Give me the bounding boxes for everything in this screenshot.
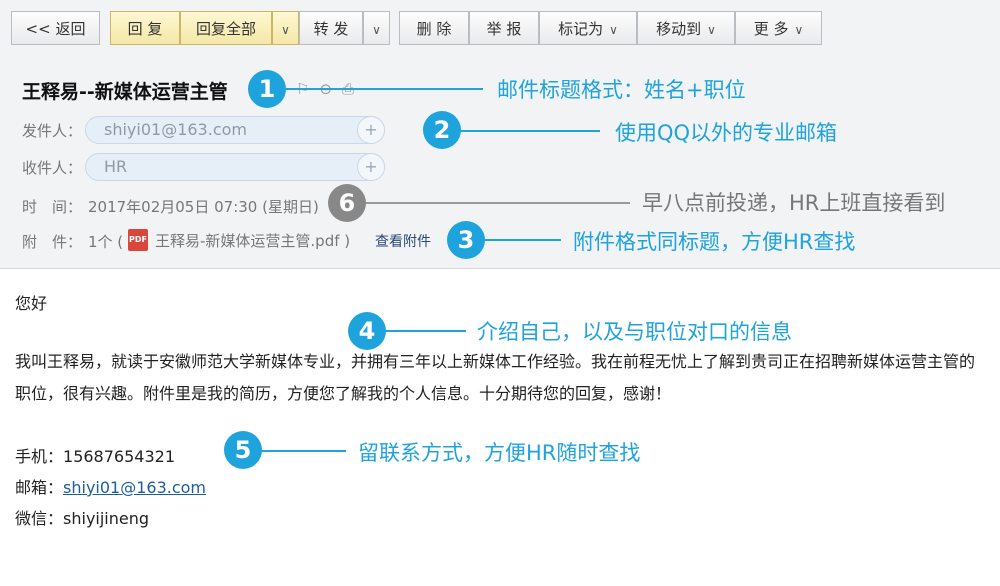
phone-line: 手机：15687654321 <box>15 443 175 467</box>
phone-label: 手机： <box>15 447 64 466</box>
forward-button[interactable]: 转 发 <box>299 11 363 45</box>
chevron-down-icon: ∨ <box>372 23 381 37</box>
report-button[interactable]: 举 报 <box>469 11 539 45</box>
body-paragraph: 我叫王释易，就读于安徽师范大学新媒体专业，并拥有三年以上新媒体工作经验。我在前程… <box>15 352 976 403</box>
move-to-label: 移动到 <box>656 20 702 38</box>
time-label: 时 间： <box>22 198 83 216</box>
annotation-text: 介绍自己，以及与职位对口的信息 <box>477 320 792 344</box>
add-contact-icon[interactable]: + <box>357 116 385 144</box>
chevron-down-icon: ∨ <box>281 23 290 37</box>
phone-value: 15687654321 <box>63 447 175 466</box>
annotation-text: 早八点前投递，HR上班直接看到 <box>642 191 946 215</box>
pdf-icon: PDF <box>128 229 148 251</box>
mail-title: 王释易--新媒体运营主管 <box>22 81 228 103</box>
email-link[interactable]: shiyi01@163.com <box>63 478 206 497</box>
move-to-button[interactable]: 移动到 ∨ <box>637 11 735 45</box>
annotation-badge: 5 <box>224 431 262 469</box>
from-label: 发件人： <box>22 122 83 140</box>
annotation-line <box>365 202 630 204</box>
annotation-text: 邮件标题格式：姓名+职位 <box>497 78 746 102</box>
mark-as-label: 标记为 <box>558 20 604 38</box>
annotation-badge: 1 <box>248 70 286 108</box>
back-button[interactable]: << 返回 <box>11 11 100 45</box>
chevron-down-icon: ∨ <box>707 23 716 37</box>
annotation-text: 使用QQ以外的专业邮箱 <box>615 121 838 145</box>
email-line: 邮箱：shiyi01@163.com <box>15 474 206 498</box>
annotation-badge: 6 <box>328 184 366 222</box>
view-attachment-link[interactable]: 查看附件 <box>375 231 431 251</box>
annotation-text: 附件格式同标题，方便HR查找 <box>573 230 856 254</box>
annotation-badge: 4 <box>348 312 386 350</box>
from-field[interactable]: shiyi01@163.com + <box>85 116 385 144</box>
more-button[interactable]: 更 多 ∨ <box>735 11 822 45</box>
to-field[interactable]: HR + <box>85 153 385 181</box>
email-label: 邮箱： <box>15 478 64 497</box>
annotation-line <box>260 450 346 452</box>
to-value: HR <box>104 157 128 176</box>
annotation-text: 留联系方式，方便HR随时查找 <box>358 441 641 465</box>
more-label: 更 多 <box>753 20 789 38</box>
attachment-name[interactable]: 王释易-新媒体运营主管.pdf ) <box>155 230 350 251</box>
time-value: 2017年02月05日 07:30 (星期日) <box>88 198 319 216</box>
attach-label: 附 件： <box>22 233 83 251</box>
chevron-down-icon: ∨ <box>794 23 804 37</box>
annotation-line <box>384 330 466 332</box>
greeting: 您好 <box>15 294 48 313</box>
reply-button[interactable]: 回 复 <box>110 11 180 45</box>
attach-count: 1个 ( <box>88 233 124 251</box>
wechat-label: 微信： <box>15 509 64 528</box>
forward-dropdown-button[interactable]: ∨ <box>363 11 390 45</box>
annotation-line <box>283 88 483 90</box>
chevron-down-icon: ∨ <box>609 23 618 37</box>
add-contact-icon[interactable]: + <box>357 153 385 181</box>
wechat-value: shiyijineng <box>63 509 150 528</box>
reply-dropdown-button[interactable]: ∨ <box>272 11 299 45</box>
annotation-line <box>458 130 600 132</box>
annotation-badge: 3 <box>447 221 485 259</box>
to-label: 收件人： <box>22 159 83 177</box>
from-value: shiyi01@163.com <box>104 120 247 139</box>
annotation-badge: 2 <box>423 111 461 149</box>
wechat-line: 微信：shiyijineng <box>15 505 149 529</box>
annotation-line <box>483 239 561 241</box>
delete-button[interactable]: 删 除 <box>399 11 469 45</box>
mark-as-button[interactable]: 标记为 ∨ <box>539 11 637 45</box>
reply-all-button[interactable]: 回复全部 <box>180 11 272 45</box>
